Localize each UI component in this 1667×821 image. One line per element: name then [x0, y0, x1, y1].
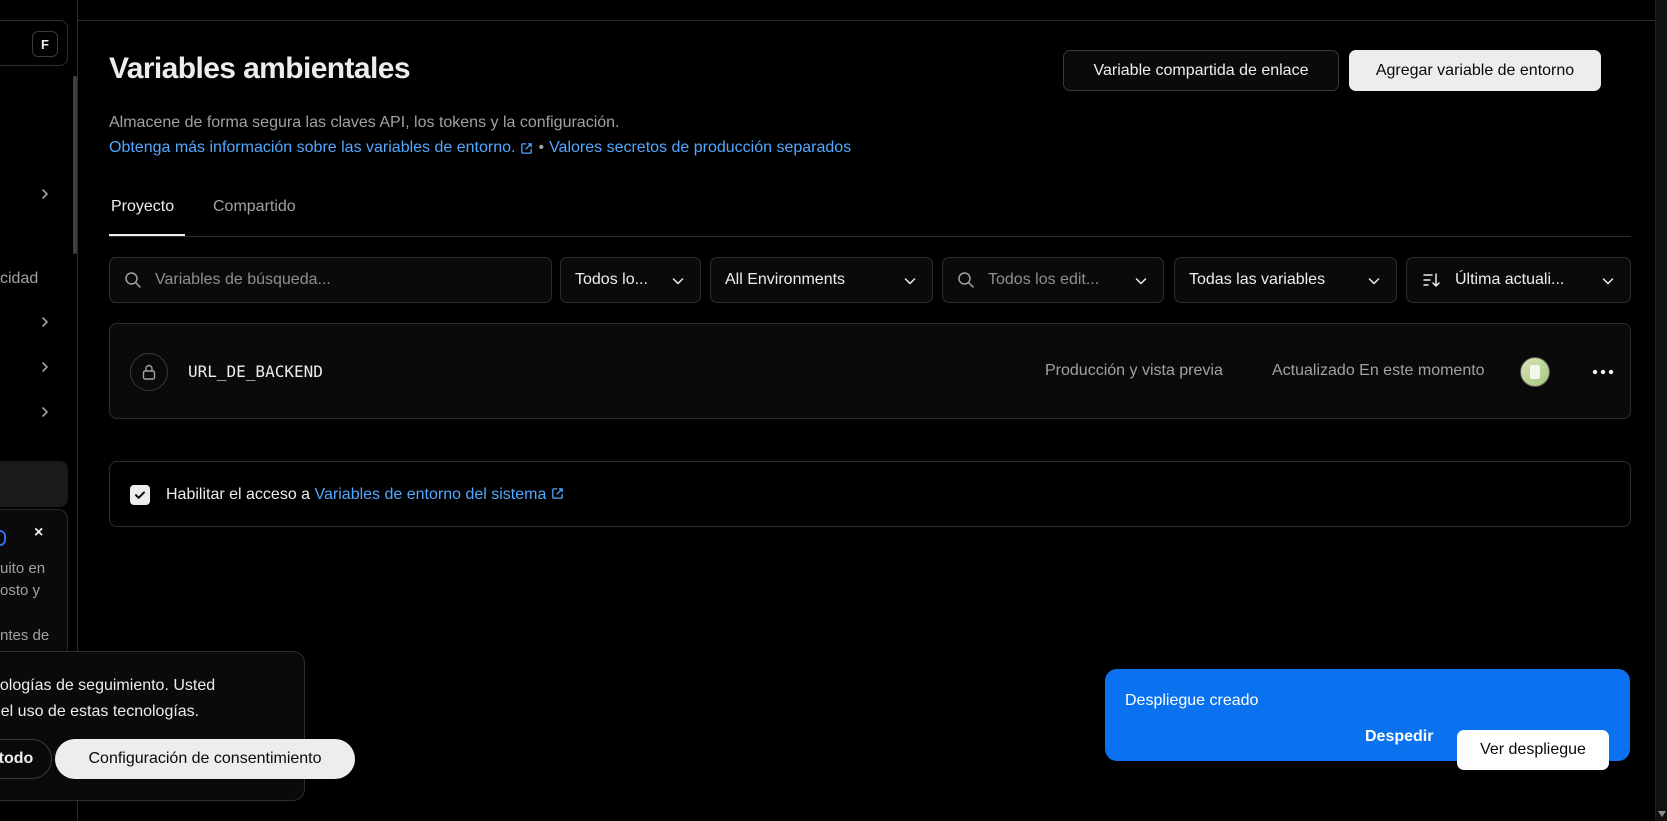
- checkmark-icon: [135, 491, 145, 499]
- chevron-right-icon[interactable]: [38, 315, 52, 329]
- external-link-icon: [521, 142, 533, 154]
- learn-more-link[interactable]: Obtenga más información sobre las variab…: [109, 139, 515, 157]
- close-icon[interactable]: ×: [34, 524, 43, 542]
- deployment-toast: Despliegue creado Despedir Ver despliegu…: [1105, 669, 1630, 770]
- header-divider: [78, 20, 1667, 21]
- system-env-access-row: Habilitar el acceso a Variables de entor…: [109, 461, 1631, 527]
- chevron-down-icon: [1368, 278, 1380, 285]
- promo-line: osto y: [0, 582, 41, 599]
- sort-select[interactable]: Última actuali...: [1406, 257, 1631, 303]
- keyboard-shortcut-badge: F: [32, 31, 58, 57]
- link-separator: •: [538, 139, 545, 156]
- chevron-down-icon: [672, 278, 684, 285]
- add-env-variable-button[interactable]: Agregar variable de entorno: [1349, 50, 1601, 91]
- cookie-text-line: r el uso de estas tecnologías.: [0, 703, 200, 720]
- system-env-checkbox[interactable]: [130, 485, 150, 505]
- system-env-prefix: Habilitar el acceso a: [166, 486, 311, 503]
- tab-project[interactable]: Proyecto: [111, 198, 174, 216]
- view-deployment-button[interactable]: Ver despliegue: [1457, 730, 1609, 770]
- scroll-down-icon[interactable]: [1658, 811, 1666, 817]
- accept-all-button[interactable]: todo: [0, 739, 52, 779]
- consent-settings-button[interactable]: Configuración de consentimiento: [55, 739, 355, 779]
- chevron-right-icon[interactable]: [38, 187, 52, 201]
- external-link-icon: [552, 488, 564, 499]
- status-dot-icon: [0, 530, 6, 546]
- tab-bar: Proyecto Compartido: [109, 178, 1631, 237]
- variable-type-select-value: Todas las variables: [1189, 271, 1326, 288]
- more-options-icon[interactable]: [1588, 357, 1618, 387]
- sort-icon: [1423, 273, 1440, 287]
- editor-filter[interactable]: Todos los edit...: [942, 257, 1164, 303]
- variable-name[interactable]: URL_DE_BACKEND: [188, 362, 323, 381]
- page-title: Variables ambientales: [109, 52, 411, 85]
- scope-select-value: Todos lo...: [575, 271, 648, 288]
- active-tab-indicator: [109, 234, 185, 236]
- variable-updated: Actualizado En este momento: [1272, 362, 1485, 379]
- page-scrollbar[interactable]: [1655, 0, 1667, 821]
- variable-row[interactable]: URL_DE_BACKEND Producción y vista previa…: [109, 323, 1631, 419]
- page-description: Almacene de forma segura las claves API,…: [109, 114, 620, 131]
- cookie-text-line: nologías de seguimiento. Usted: [0, 677, 216, 694]
- search-icon: [958, 272, 974, 288]
- tab-shared[interactable]: Compartido: [213, 198, 296, 216]
- sidebar-item-active[interactable]: [0, 461, 68, 507]
- secrets-link[interactable]: Valores secretos de producción separados: [549, 139, 851, 157]
- environment-select-value: All Environments: [725, 271, 846, 288]
- scope-select[interactable]: Todos lo...: [560, 257, 701, 303]
- lock-icon: [130, 353, 168, 391]
- toast-title: Despliegue creado: [1125, 692, 1259, 709]
- environment-select[interactable]: All Environments: [710, 257, 933, 303]
- description-links: Obtenga más información sobre las variab…: [109, 139, 851, 157]
- chevron-right-icon[interactable]: [38, 360, 52, 374]
- avatar: [1520, 357, 1550, 387]
- editor-filter-placeholder: Todos los edit...: [988, 271, 1100, 288]
- search-icon: [125, 272, 141, 288]
- promo-line: uito en: [0, 560, 46, 577]
- variable-type-select[interactable]: Todas las variables: [1174, 257, 1397, 303]
- chevron-right-icon[interactable]: [38, 405, 52, 419]
- chevron-down-icon: [1135, 278, 1147, 285]
- sort-select-value: Última actuali...: [1455, 271, 1565, 288]
- team-switcher[interactable]: F: [0, 20, 68, 66]
- sidebar-item-label[interactable]: cidad: [0, 270, 38, 288]
- search-placeholder: Variables de búsqueda...: [155, 271, 331, 288]
- system-env-link[interactable]: Variables de entorno del sistema: [315, 486, 547, 503]
- dismiss-button[interactable]: Despedir: [1365, 728, 1433, 746]
- sidebar-scrollbar[interactable]: [73, 76, 77, 254]
- promo-line: ntes de: [0, 627, 50, 644]
- chevron-down-icon: [1602, 278, 1614, 285]
- link-shared-variable-button[interactable]: Variable compartida de enlace: [1063, 50, 1339, 91]
- sidebar-promo-card: × uito en osto y ntes de: [0, 509, 68, 659]
- system-env-label: Habilitar el acceso a Variables de entor…: [166, 486, 564, 504]
- chevron-down-icon: [904, 278, 916, 285]
- search-input[interactable]: Variables de búsqueda...: [109, 257, 552, 303]
- variable-environments: Producción y vista previa: [1045, 362, 1223, 379]
